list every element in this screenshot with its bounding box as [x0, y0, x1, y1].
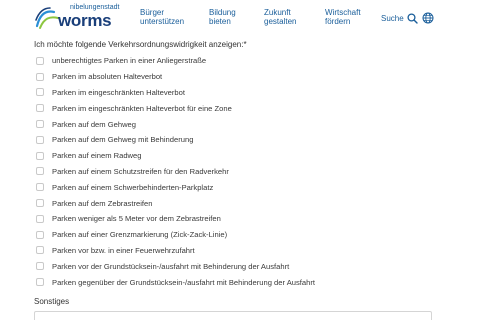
checkbox[interactable] — [36, 135, 44, 144]
checkbox[interactable] — [36, 246, 44, 255]
option-vor-zebrastreifen[interactable]: Parken weniger als 5 Meter vor dem Zebra… — [36, 211, 456, 227]
nav-zukunft-gestalten[interactable]: Zukunft gestalten — [264, 8, 296, 26]
nav-wirtschaft-foerdern[interactable]: Wirtschaft fördern — [325, 8, 361, 26]
nav-bildung-bieten[interactable]: Bildung bieten — [209, 8, 236, 26]
nav-label-line1: Bildung — [209, 8, 236, 17]
option-gehweg-behinderung[interactable]: Parken auf dem Gehweg mit Behinderung — [36, 132, 456, 148]
option-label: Parken im eingeschränkten Halteverbot fü… — [52, 103, 232, 113]
checkbox[interactable] — [36, 183, 44, 192]
option-vor-grundstuecksausfahrt[interactable]: Parken vor der Grundstücksein-/ausfahrt … — [36, 258, 456, 274]
checkbox[interactable] — [36, 151, 44, 160]
option-zebrastreifen[interactable]: Parken auf dem Zebrastreifen — [36, 195, 456, 211]
checkbox[interactable] — [36, 104, 44, 113]
nav-label-line1: Bürger — [140, 8, 165, 17]
option-label: Parken vor der Grundstücksein-/ausfahrt … — [52, 261, 290, 271]
nav-label-line2: bieten — [209, 17, 231, 26]
option-schwerbehinderten-parkplatz[interactable]: Parken auf einem Schwerbehinderten-Parkp… — [36, 179, 456, 195]
logo-wordmark: worms — [58, 11, 112, 30]
option-feuerwehrzufahrt[interactable]: Parken vor bzw. in einer Feuerwehrzufahr… — [36, 243, 456, 259]
checkbox[interactable] — [36, 230, 44, 239]
option-absolutes-halteverbot[interactable]: Parken im absoluten Halteverbot — [36, 69, 456, 85]
nav-label-line2: unterstützen — [140, 17, 185, 26]
option-gegenueber-grundstuecksausfahrt[interactable]: Parken gegenüber der Grundstücksein-/aus… — [36, 274, 456, 290]
option-label: Parken auf dem Zebrastreifen — [52, 198, 153, 208]
logo-tagline: nibelungenstadt — [70, 4, 120, 11]
checkbox[interactable] — [36, 120, 44, 129]
nav-label-line1: Zukunft — [264, 8, 291, 17]
globe-icon[interactable] — [422, 12, 434, 24]
checkbox[interactable] — [36, 262, 44, 271]
option-grenzmarkierung[interactable]: Parken auf einer Grenzmarkierung (Zick-Z… — [36, 227, 456, 243]
violation-options-list: unberechtigtes Parken in einer Anliegers… — [36, 53, 456, 290]
nav-buerger-unterstuetzen[interactable]: Bürger unterstützen — [140, 8, 184, 26]
nav-label-line2: gestalten — [264, 17, 297, 26]
violation-question-label: Ich möchte folgende Verkehrsordnungswidr… — [34, 40, 247, 49]
option-label: Parken weniger als 5 Meter vor dem Zebra… — [52, 214, 221, 224]
option-label: Parken auf einer Grenzmarkierung (Zick-Z… — [52, 230, 228, 240]
worms-logo[interactable]: nibelungenstadt worms — [34, 4, 120, 32]
option-label: Parken auf einem Radweg — [52, 151, 142, 161]
checkbox[interactable] — [36, 88, 44, 97]
site-header: nibelungenstadt worms Bürger unterstütze… — [0, 0, 480, 36]
option-label: Parken vor bzw. in einer Feuerwehrzufahr… — [52, 245, 195, 255]
option-label: Parken im eingeschränkten Halteverbot — [52, 87, 185, 97]
option-schutzstreifen[interactable]: Parken auf einem Schutzstreifen für den … — [36, 164, 456, 180]
checkbox[interactable] — [36, 167, 44, 176]
other-label: Sonstiges — [34, 297, 70, 306]
checkbox[interactable] — [36, 199, 44, 208]
option-label: Parken auf dem Gehweg mit Behinderung — [52, 135, 194, 145]
search-icon — [407, 13, 418, 24]
option-label: Parken auf einem Schwerbehinderten-Parkp… — [52, 182, 214, 192]
option-label: Parken gegenüber der Grundstücksein-/aus… — [52, 277, 315, 287]
option-gehweg[interactable]: Parken auf dem Gehweg — [36, 116, 456, 132]
option-label: Parken auf einem Schutzstreifen für den … — [52, 166, 229, 176]
nav-label-line1: Wirtschaft — [325, 8, 361, 17]
option-label: Parken im absoluten Halteverbot — [52, 72, 163, 82]
checkbox[interactable] — [36, 72, 44, 81]
option-radweg[interactable]: Parken auf einem Radweg — [36, 148, 456, 164]
option-label: Parken auf dem Gehweg — [52, 119, 137, 129]
checkbox[interactable] — [36, 214, 44, 223]
option-eingeschraenktes-halteverbot[interactable]: Parken im eingeschränkten Halteverbot — [36, 85, 456, 101]
option-label: unberechtigtes Parken in einer Anliegers… — [52, 56, 207, 66]
checkbox[interactable] — [36, 56, 44, 65]
option-anliegerstrasse[interactable]: unberechtigtes Parken in einer Anliegers… — [36, 53, 456, 69]
checkbox[interactable] — [36, 278, 44, 287]
option-halteverbot-zone[interactable]: Parken im eingeschränkten Halteverbot fü… — [36, 100, 456, 116]
search-label: Suche — [381, 14, 404, 23]
search-button[interactable]: Suche — [381, 13, 418, 24]
other-textarea[interactable] — [34, 311, 432, 320]
nav-label-line2: fördern — [325, 17, 351, 26]
